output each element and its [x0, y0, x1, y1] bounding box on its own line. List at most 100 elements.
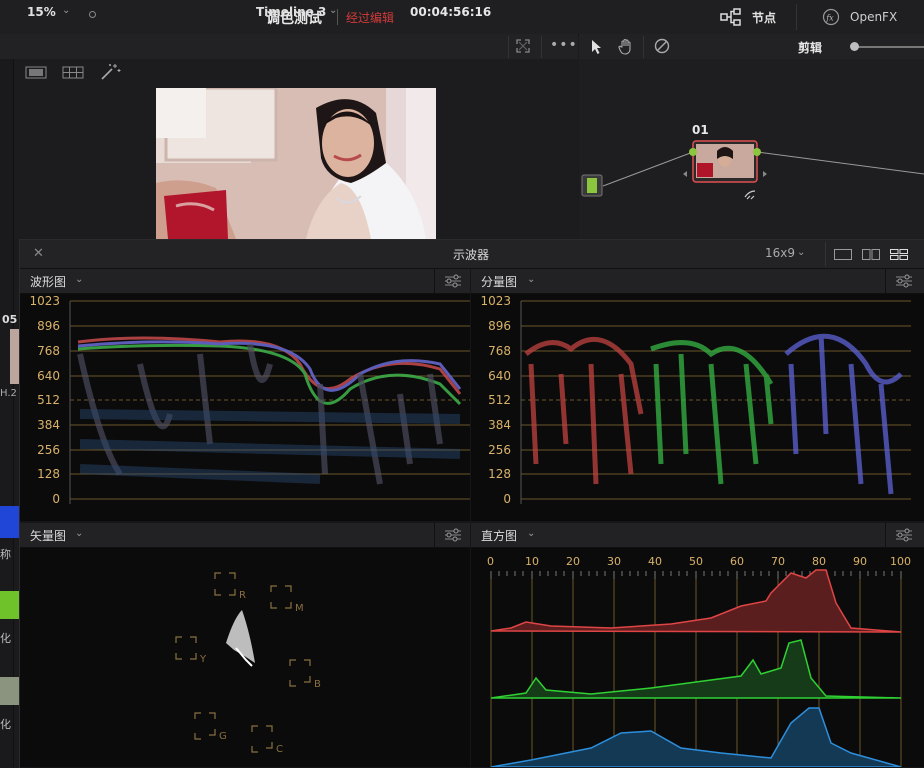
left-panel-strip [0, 59, 14, 767]
histogram-xtick: 80 [812, 555, 826, 568]
video-frame [156, 88, 436, 239]
node-graph [581, 140, 924, 200]
histogram-xtick: 20 [566, 555, 580, 568]
chevron-down-icon[interactable]: ⌄ [75, 274, 83, 285]
single-layout-icon[interactable] [834, 249, 852, 260]
color-swatch-blue [0, 506, 19, 538]
histogram-xtick: 90 [853, 555, 867, 568]
toolbar-divider [796, 4, 797, 30]
quad-layout-icon[interactable] [890, 249, 908, 260]
parade-settings[interactable] [885, 269, 922, 293]
magic-wand-icon[interactable] [100, 63, 122, 81]
openfx-button[interactable]: fx OpenFX [822, 6, 897, 28]
gallery-view-icon[interactable] [62, 66, 84, 79]
settings-sliders-icon [445, 274, 461, 288]
waveform-ytick: 0 [52, 492, 60, 506]
chevron-down-icon[interactable]: ⌄ [797, 247, 805, 258]
parade-ytick: 256 [488, 443, 511, 457]
histogram-xtick: 60 [730, 555, 744, 568]
color-swatch-green [0, 591, 19, 619]
chevron-down-icon[interactable]: ⌄ [62, 5, 70, 16]
panel-label: 化 [0, 718, 11, 731]
waveform-ytick: 896 [37, 319, 60, 333]
vectorscope-dropdown[interactable]: 矢量图 [30, 527, 66, 544]
svg-text:fx: fx [825, 14, 834, 23]
clip-mode-dropdown[interactable]: 剪辑 [798, 39, 822, 56]
dual-layout-icon[interactable] [862, 249, 880, 260]
toolbar-divider [825, 242, 826, 266]
more-options-icon[interactable]: ••• [550, 37, 578, 53]
aspect-dropdown[interactable]: 16x9 [765, 246, 795, 260]
parade-ytick: 768 [488, 344, 511, 358]
timeline-dropdown[interactable]: Timeline 3 [256, 5, 326, 19]
settings-sliders-icon [896, 528, 912, 542]
chevron-down-icon[interactable]: ⌄ [527, 274, 535, 285]
vector-target-r: R [239, 590, 246, 601]
settings-sliders-icon [896, 274, 912, 288]
toolbar-divider [541, 36, 542, 58]
waveform-dropdown[interactable]: 波形图 [30, 273, 66, 290]
histogram-xtick: 50 [689, 555, 703, 568]
scopes-title: 示波器 [453, 248, 490, 262]
waveform-ytick: 512 [37, 393, 60, 407]
chevron-down-icon[interactable]: ⌄ [527, 528, 535, 539]
histogram-xtick: 40 [648, 555, 662, 568]
bypass-icon[interactable] [654, 38, 670, 54]
nodes-button[interactable]: 节点 [720, 6, 776, 28]
vectorscope-settings[interactable] [434, 523, 471, 547]
waveform-ytick: 256 [37, 443, 60, 457]
vector-target-m: M [295, 603, 304, 614]
parade-ytick: 128 [488, 467, 511, 481]
fullscreen-icon[interactable] [516, 39, 530, 53]
zoom-slider-handle[interactable] [850, 42, 859, 51]
timecode: 00:04:56:16 [410, 5, 492, 19]
zoom-slider[interactable] [855, 46, 924, 48]
vector-target-b: B [314, 679, 321, 690]
pointer-icon[interactable] [590, 39, 604, 55]
chevron-down-icon[interactable]: ⌄ [75, 528, 83, 539]
histogram-settings[interactable] [885, 523, 922, 547]
histogram-xtick: 100 [890, 555, 911, 568]
project-status: 经过编辑 [346, 11, 395, 25]
chevron-down-icon[interactable]: ⌄ [329, 5, 337, 16]
waveform-settings[interactable] [434, 269, 471, 293]
vector-target-g: G [219, 731, 227, 742]
histogram-xtick: 10 [525, 555, 539, 568]
histogram-dropdown[interactable]: 直方图 [481, 527, 517, 544]
nodes-icon [720, 8, 741, 26]
panel-label: 化 [0, 632, 11, 645]
vectorscope-trace [175, 572, 311, 753]
waveform-ytick: 768 [37, 344, 60, 358]
histogram-trace [490, 569, 902, 767]
fx-icon: fx [822, 8, 840, 26]
parade-ytick: 384 [488, 418, 511, 432]
viewer-dot-icon [89, 11, 96, 18]
vectorscope-header [20, 523, 470, 548]
zoom-dropdown[interactable]: 15% [27, 5, 56, 19]
nodes-label: 节点 [752, 10, 777, 25]
hand-icon[interactable] [618, 38, 634, 55]
parade-ytick: 640 [488, 369, 511, 383]
parade-ytick: 1023 [480, 294, 511, 308]
histogram-header [471, 523, 924, 548]
settings-sliders-icon [445, 528, 461, 542]
clip-number: 05 [2, 313, 18, 326]
vector-target-y: Y [200, 654, 207, 665]
toolbar-divider [643, 36, 644, 58]
waveform-ytick: 384 [37, 418, 60, 432]
parade-trace [520, 300, 911, 504]
close-icon[interactable]: ✕ [33, 246, 44, 261]
histogram-xtick: 0 [487, 555, 494, 568]
node-number: 01 [692, 123, 709, 137]
waveform-trace [69, 300, 470, 504]
panel-label: 称 [0, 548, 11, 561]
histogram-xtick: 70 [771, 555, 785, 568]
vector-target-c: C [276, 744, 283, 755]
single-view-icon[interactable] [25, 66, 47, 79]
color-swatch-gray [0, 677, 19, 705]
histogram-xtick: 30 [607, 555, 621, 568]
clip-codec: H.2 [0, 388, 17, 399]
waveform-ytick: 640 [37, 369, 60, 383]
parade-dropdown[interactable]: 分量图 [481, 273, 517, 290]
toolbar-divider [508, 36, 509, 58]
